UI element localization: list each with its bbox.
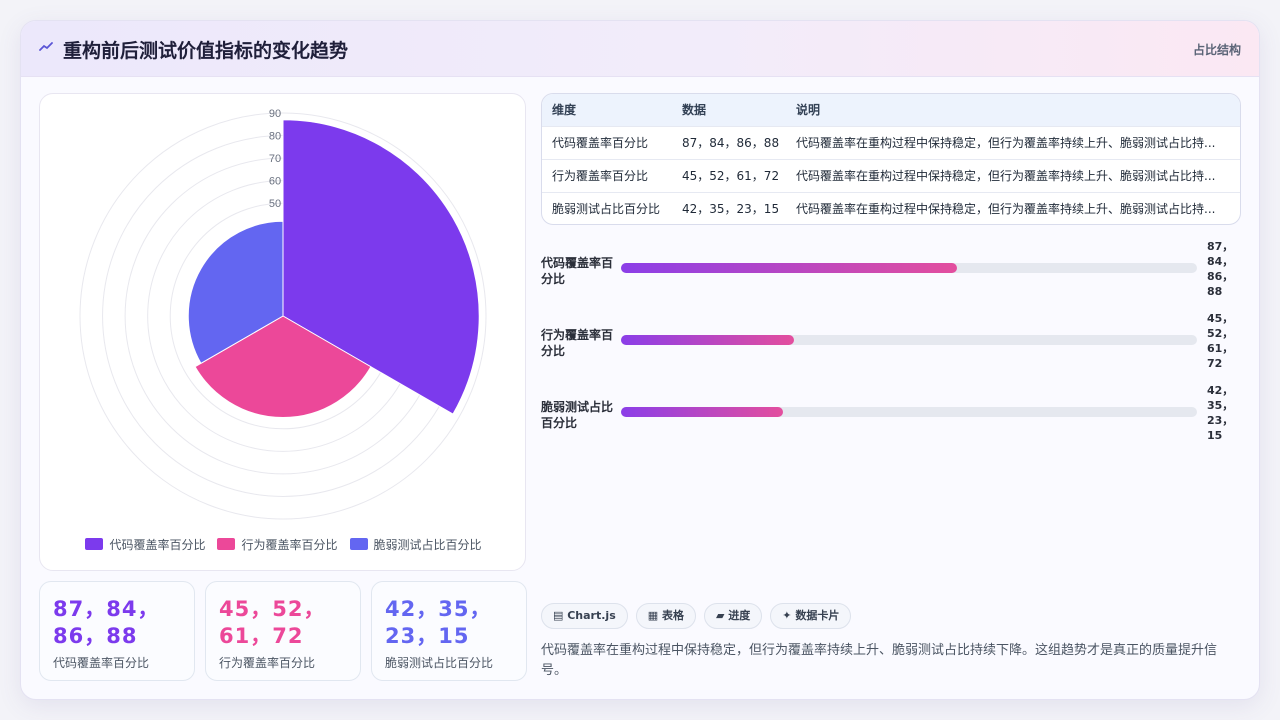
legend-label: 脆弱测试占比百分比	[373, 537, 482, 552]
legend-swatch	[217, 538, 236, 550]
legend-item[interactable]: 脆弱测试占比百分比	[349, 536, 482, 553]
progress-icon: ▰	[715, 609, 729, 622]
progress-row: 脆弱测试占比百分比 42，35，23，15	[541, 383, 1241, 443]
table-header-row: 维度 数据 说明	[542, 94, 1240, 127]
table-cell: 42，35，23，15	[682, 202, 780, 216]
progress-value: 42，35，23，15	[1207, 384, 1234, 442]
table-cell: 代码覆盖率在重构过程中保持稳定，但行为覆盖率持续上升、脆弱测试占比持...	[796, 169, 1216, 183]
progress-track	[621, 335, 1197, 345]
tag-label: Chart.js	[567, 609, 616, 622]
table-cell: 代码覆盖率百分比	[552, 136, 649, 150]
table-cell: 45，52，61，72	[682, 169, 780, 183]
stat-value: 42，35，23，15	[385, 597, 492, 648]
stat-card: 45，52，61，72 行为覆盖率百分比	[205, 581, 361, 681]
table-cell: 行为覆盖率百分比	[552, 169, 649, 183]
header: 重构前后测试价值指标的变化趋势 占比结构	[21, 21, 1259, 77]
stat-label: 代码覆盖率百分比	[53, 656, 150, 670]
progress-track	[621, 407, 1197, 417]
table-cell: 87，84，86，88	[682, 136, 780, 150]
tag-table[interactable]: ▦ 表格	[635, 603, 696, 629]
legend-item[interactable]: 代码覆盖率百分比	[85, 536, 205, 553]
progress-label: 代码覆盖率百分比	[541, 256, 614, 286]
legend-swatch	[85, 538, 104, 550]
stat-card: 42，35，23，15 脆弱测试占比百分比	[371, 581, 527, 681]
tag-chartjs[interactable]: ▤ Chart.js	[541, 603, 628, 629]
page-title: 重构前后测试价值指标的变化趋势	[63, 40, 349, 62]
trend-line-icon	[39, 40, 55, 56]
radial-tick-label: 50	[269, 198, 281, 210]
progress-fill	[621, 263, 957, 273]
table-cell: 代码覆盖率在重构过程中保持稳定，但行为覆盖率持续上升、脆弱测试占比持...	[796, 202, 1216, 216]
progress-fill	[621, 335, 795, 345]
tag-progress[interactable]: ▰ 进度	[703, 603, 763, 629]
table-icon: ▦	[647, 609, 662, 622]
table-header-cell[interactable]: 数据	[682, 94, 787, 127]
table-cell: 脆弱测试占比百分比	[552, 202, 661, 216]
radial-tick-label: 90	[269, 108, 281, 120]
chart-icon: ▤	[553, 609, 568, 622]
legend-label: 行为覆盖率百分比	[241, 537, 338, 552]
progress-track	[621, 263, 1197, 273]
tag-label: 进度	[728, 609, 751, 622]
progress-fill	[621, 407, 783, 417]
tag-label: 表格	[661, 609, 684, 622]
table-row[interactable]: 代码覆盖率百分比 87，84，86，88 代码覆盖率在重构过程中保持稳定，但行为…	[542, 127, 1240, 160]
stat-label: 脆弱测试占比百分比	[385, 656, 494, 670]
progress-row: 行为覆盖率百分比 45，52，61，72	[541, 311, 1241, 371]
progress-label: 脆弱测试占比百分比	[541, 400, 614, 430]
table-header-cell[interactable]: 维度	[552, 94, 672, 127]
view-mode-label[interactable]: 占比结构	[1193, 41, 1241, 58]
stat-card: 87，84，86，88 代码覆盖率百分比	[39, 581, 195, 681]
legend-label: 代码覆盖率百分比	[109, 537, 206, 552]
table-header-cell[interactable]: 说明	[796, 94, 1216, 127]
stat-value: 87，84，86，88	[53, 597, 160, 648]
progress-label: 行为覆盖率百分比	[541, 328, 614, 358]
table-row[interactable]: 脆弱测试占比百分比 42，35，23，15 代码覆盖率在重构过程中保持稳定，但行…	[542, 193, 1240, 224]
progress-value: 87，84，86，88	[1207, 240, 1234, 298]
polar-area-chart-panel: 102030405060708090 代码覆盖率百分比 行为覆盖率百分比 脆弱测…	[39, 93, 526, 571]
radial-tick-label: 80	[269, 131, 281, 143]
stat-value: 45，52，61，72	[219, 597, 326, 648]
tag-label: 数据卡片	[795, 609, 840, 622]
summary-text: 代码覆盖率在重构过程中保持稳定，但行为覆盖率持续上升、脆弱测试占比持续下降。这组…	[541, 643, 1218, 678]
tag-data-card[interactable]: ✦ 数据卡片	[770, 603, 852, 629]
progress-value: 45，52，61，72	[1207, 312, 1234, 370]
chart-legend: 代码覆盖率百分比 行为覆盖率百分比 脆弱测试占比百分比	[40, 534, 527, 554]
dashboard-card: 重构前后测试价值指标的变化趋势 占比结构 102030405060708090 …	[20, 20, 1260, 700]
stat-label: 行为覆盖率百分比	[219, 656, 316, 670]
progress-row: 代码覆盖率百分比 87，84，86，88	[541, 239, 1241, 299]
table-cell: 代码覆盖率在重构过程中保持稳定，但行为覆盖率持续上升、脆弱测试占比持...	[796, 136, 1216, 150]
legend-item[interactable]: 行为覆盖率百分比	[217, 536, 338, 553]
radial-tick-label: 70	[269, 153, 281, 165]
legend-swatch	[349, 538, 368, 550]
polar-area-chart: 102030405060708090	[79, 108, 487, 520]
table-row[interactable]: 行为覆盖率百分比 45，52，61，72 代码覆盖率在重构过程中保持稳定，但行为…	[542, 160, 1240, 193]
data-table: 维度 数据 说明 代码覆盖率百分比 87，84，86，88 代码覆盖率在重构过程…	[541, 93, 1241, 225]
radial-tick-label: 60	[269, 176, 281, 188]
sparkle-icon: ✦	[782, 609, 796, 622]
feature-tags: ▤ Chart.js ▦ 表格 ▰ 进度 ✦ 数据卡片	[541, 603, 852, 629]
